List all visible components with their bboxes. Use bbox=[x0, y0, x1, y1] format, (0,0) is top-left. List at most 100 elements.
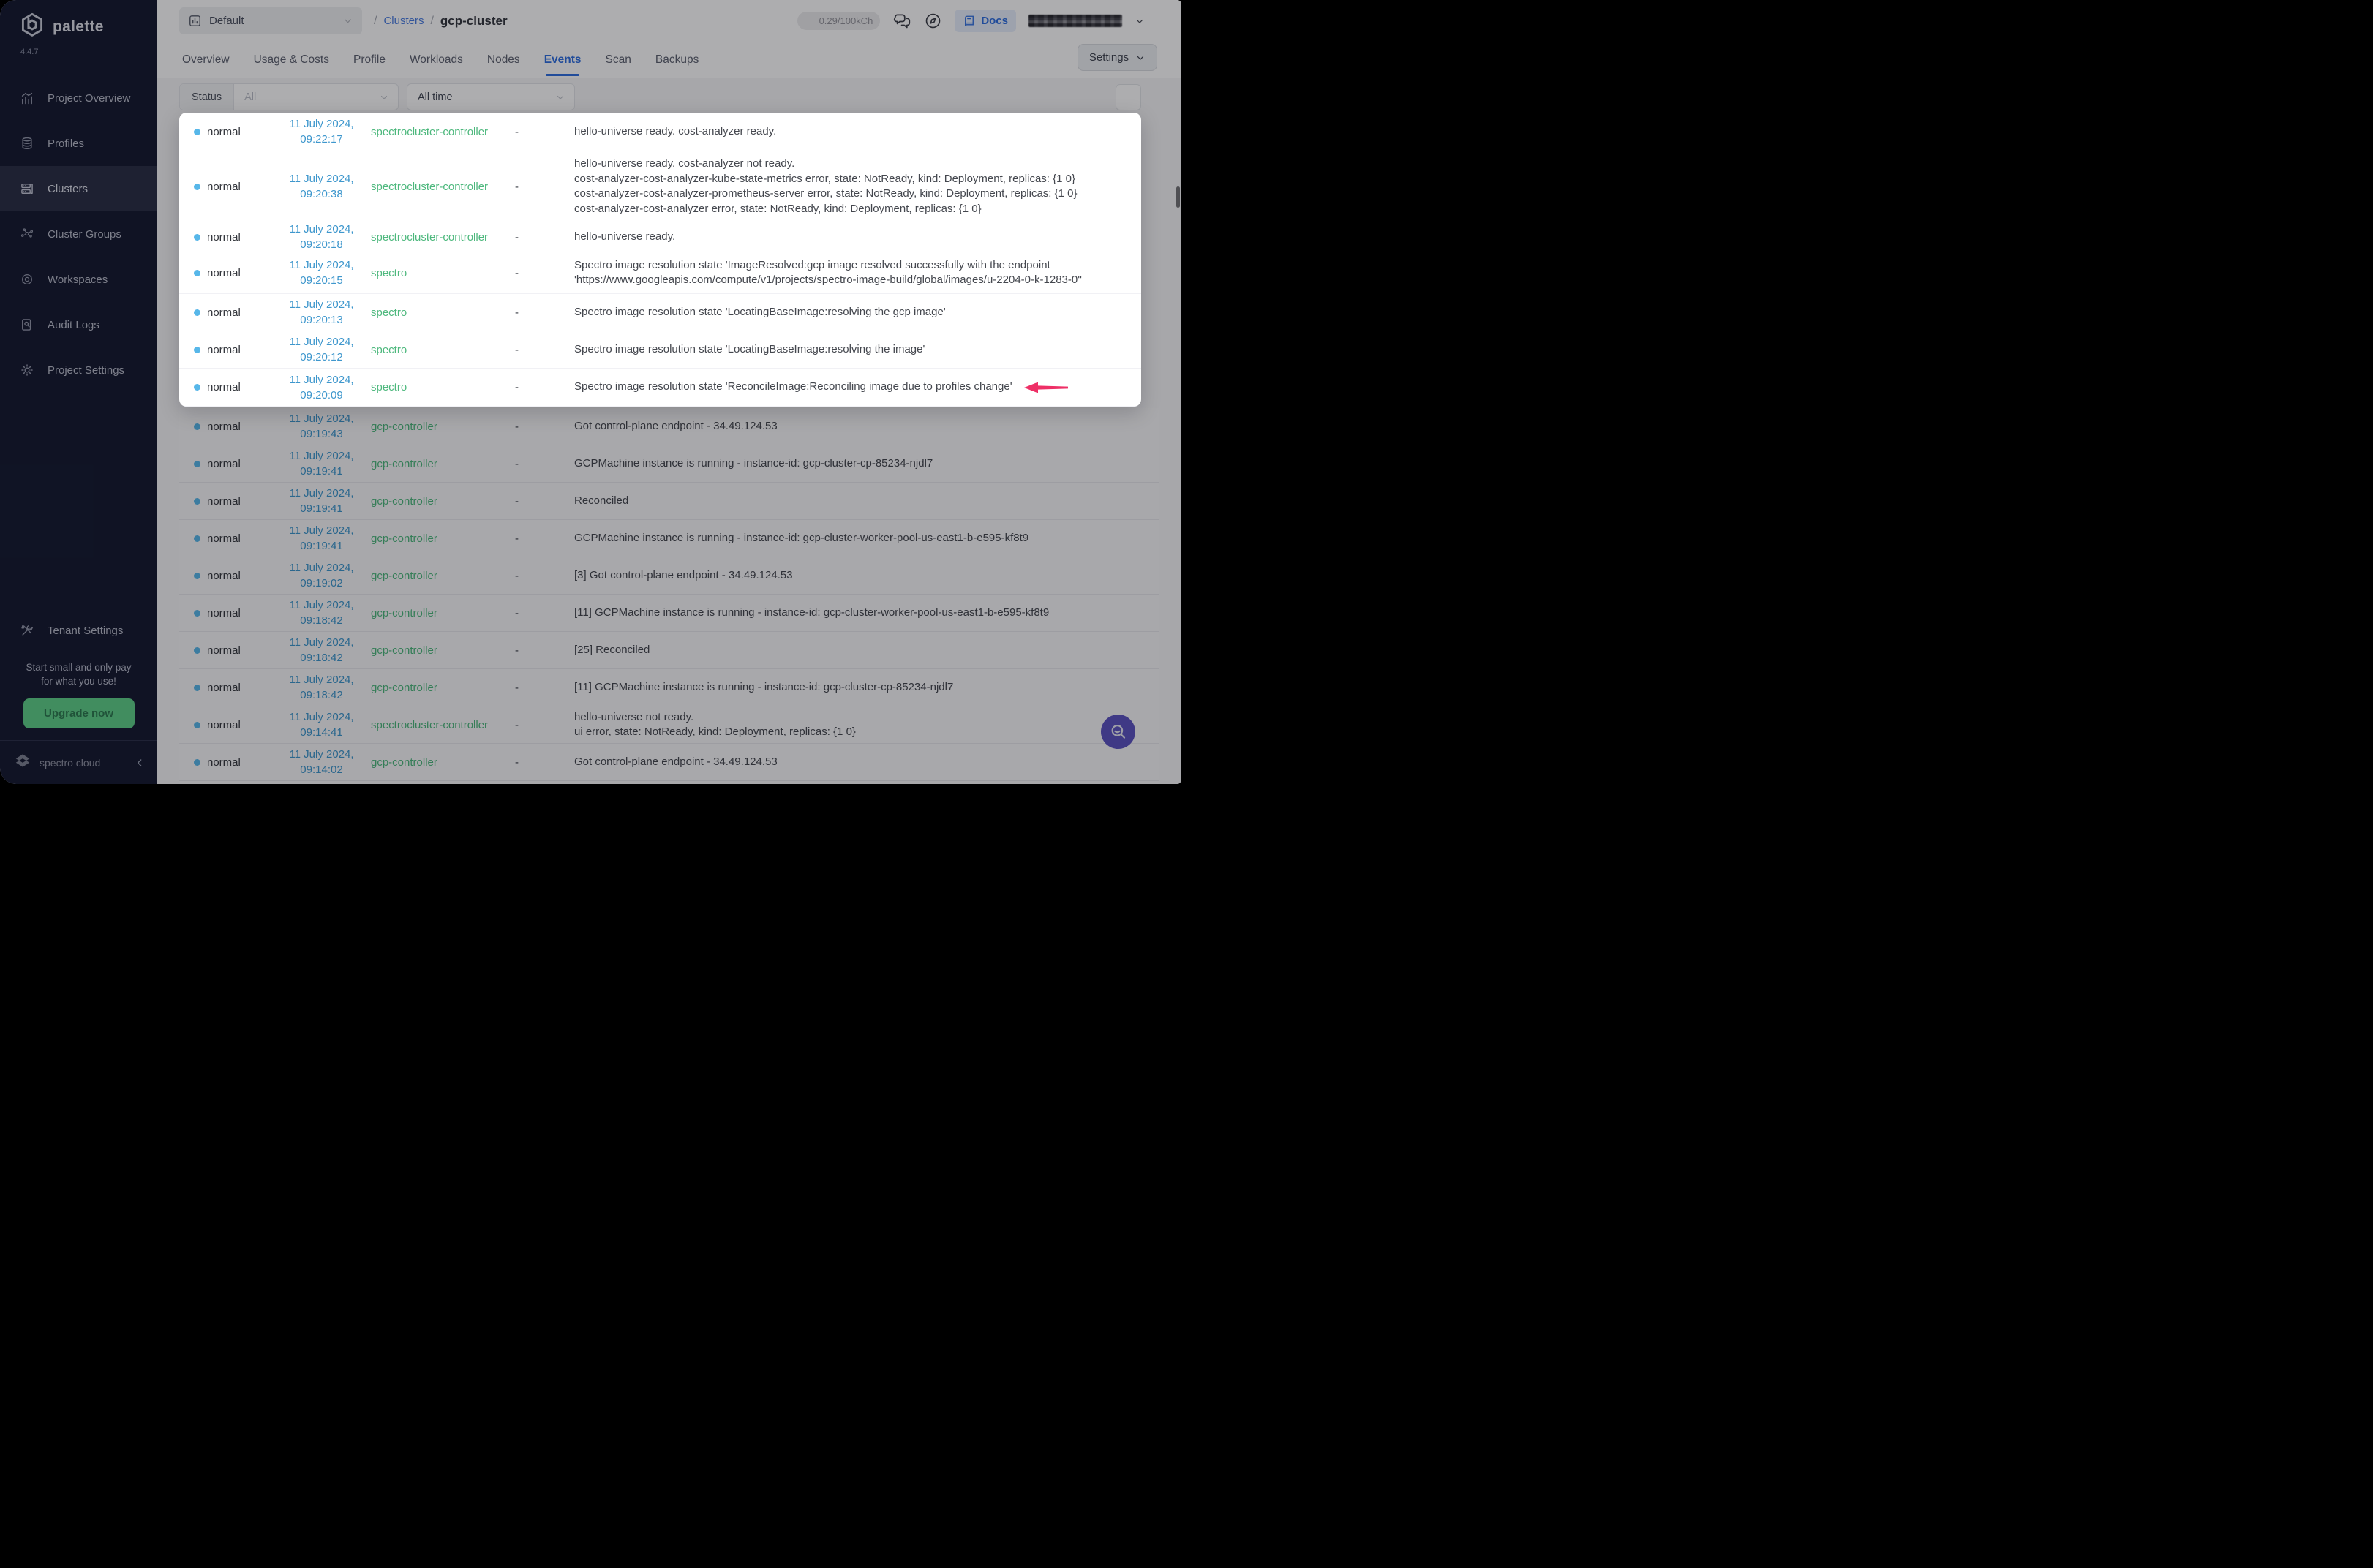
chat-icon[interactable] bbox=[892, 12, 911, 31]
event-row[interactable]: normal 11 July 2024, 09:20:15 spectro - Spect… bbox=[179, 252, 1141, 294]
gear-icon bbox=[20, 363, 34, 377]
event-row[interactable]: normal 11 July 2024, 09:18:42 gcp-controlle… bbox=[179, 632, 1159, 669]
status-dot bbox=[194, 497, 200, 505]
time-range-filter[interactable]: All time bbox=[407, 83, 575, 110]
status-filter[interactable]: Status All bbox=[179, 83, 399, 110]
layers-icon bbox=[20, 136, 34, 151]
event-row[interactable]: normal 11 July 2024, 09:20:12 spectro - Spect… bbox=[179, 331, 1141, 369]
event-source: spectro bbox=[371, 266, 407, 279]
involved-object: - bbox=[515, 420, 519, 433]
event-row[interactable] bbox=[179, 781, 1159, 784]
involved-object: - bbox=[515, 569, 519, 582]
tab-events[interactable]: Events bbox=[544, 53, 582, 67]
docs-label: Docs bbox=[981, 15, 1008, 27]
sidebar-menu: Project Overview Profiles Clusters Cluster … bbox=[0, 75, 157, 393]
status-filter-value: All bbox=[244, 91, 257, 103]
project-selector[interactable]: Default bbox=[179, 7, 362, 34]
scrollbar-thumb[interactable] bbox=[1176, 186, 1180, 208]
chevron-down-icon bbox=[379, 92, 389, 102]
message-line: hello-universe ready. cost-analyzer not … bbox=[574, 157, 795, 170]
event-row[interactable]: normal 11 July 2024, 09:22:17 spectrocluste… bbox=[179, 113, 1141, 151]
event-row[interactable]: normal 11 July 2024, 09:19:41 gcp-controlle… bbox=[179, 520, 1159, 557]
sidebar-item-cluster-groups[interactable]: Cluster Groups bbox=[0, 211, 157, 257]
message-line: GCPMachine instance is running - instanc… bbox=[574, 531, 1029, 544]
tab-nodes[interactable]: Nodes bbox=[487, 53, 520, 67]
status-label: normal bbox=[207, 381, 241, 393]
filter-action-button[interactable] bbox=[1116, 84, 1141, 110]
status-label: normal bbox=[207, 494, 241, 508]
message-line: cost-analyzer-cost-analyzer error, state… bbox=[574, 202, 982, 215]
event-timestamp: 11 July 2024, 09:20:15 bbox=[289, 259, 354, 287]
event-row[interactable]: normal 11 July 2024, 09:20:13 spectro - Spect… bbox=[179, 294, 1141, 331]
event-timestamp: 11 July 2024, 09:18:42 bbox=[289, 674, 354, 701]
event-row[interactable]: normal 11 July 2024, 09:19:43 gcp-controlle… bbox=[179, 408, 1159, 445]
status-label: normal bbox=[207, 180, 241, 193]
sidebar-item-tenant-settings[interactable]: Tenant Settings bbox=[0, 609, 157, 652]
event-row[interactable]: normal 11 July 2024, 09:19:41 gcp-controlle… bbox=[179, 445, 1159, 483]
event-timestamp: 11 July 2024, 09:14:02 bbox=[289, 748, 354, 776]
status-dot bbox=[194, 233, 200, 241]
usage-badge: 0.29/100kCh bbox=[797, 12, 881, 30]
help-widget-button[interactable] bbox=[1101, 715, 1135, 749]
event-row[interactable]: normal 11 July 2024, 09:14:41 spectrocluste… bbox=[179, 706, 1159, 744]
event-row[interactable]: normal 11 July 2024, 09:14:02 gcp-controlle… bbox=[179, 744, 1159, 781]
app-version: 4.4.7 bbox=[20, 48, 39, 56]
message-line: hello-universe not ready. bbox=[574, 710, 694, 723]
event-row[interactable]: normal 11 July 2024, 09:19:41 gcp-controlle… bbox=[179, 483, 1159, 520]
sidebar-item-label: Workspaces bbox=[48, 273, 108, 286]
tab-backups[interactable]: Backups bbox=[655, 53, 699, 67]
audit-icon bbox=[20, 317, 34, 332]
sidebar-item-clusters[interactable]: Clusters bbox=[0, 166, 157, 211]
sidebar-item-profiles[interactable]: Profiles bbox=[0, 121, 157, 166]
event-timestamp: 11 July 2024, 09:22:17 bbox=[289, 118, 354, 146]
event-source: gcp-controller bbox=[371, 457, 437, 470]
event-row[interactable]: normal 11 July 2024, 09:20:09 spectro - Spect… bbox=[179, 369, 1141, 407]
message-line: [11] GCPMachine instance is running - in… bbox=[574, 680, 954, 693]
chart-icon bbox=[20, 91, 34, 105]
event-message: Spectro image resolution state 'Locating… bbox=[563, 305, 1141, 320]
event-row[interactable]: normal 11 July 2024, 09:20:38 spectrocluste… bbox=[179, 151, 1141, 222]
sidebar-footer: spectro cloud bbox=[0, 740, 157, 784]
chevron-left-icon[interactable] bbox=[134, 757, 146, 769]
docs-button[interactable]: Docs bbox=[955, 10, 1016, 32]
spectro-cloud-logo-icon bbox=[13, 751, 32, 774]
status-label: normal bbox=[207, 681, 241, 694]
sidebar-item-audit-logs[interactable]: Audit Logs bbox=[0, 302, 157, 347]
tab-profile[interactable]: Profile bbox=[353, 53, 386, 67]
tab-workloads[interactable]: Workloads bbox=[410, 53, 463, 67]
event-timestamp: 11 July 2024, 09:19:43 bbox=[289, 412, 354, 440]
project-selector-value: Default bbox=[209, 15, 244, 27]
status-dot bbox=[194, 572, 200, 579]
tab-scan[interactable]: Scan bbox=[606, 53, 631, 67]
footer-brand: spectro cloud bbox=[40, 756, 101, 769]
event-timestamp: 11 July 2024, 09:19:41 bbox=[289, 450, 354, 478]
sidebar-item-workspaces[interactable]: Workspaces bbox=[0, 257, 157, 302]
message-line: Reconciled bbox=[574, 494, 629, 507]
event-message: [11] GCPMachine instance is running - in… bbox=[563, 680, 1159, 696]
message-line: Got control-plane endpoint - 34.49.124.5… bbox=[574, 419, 778, 432]
status-dot bbox=[194, 269, 200, 276]
top-header: Default / Clusters / gcp-cluster 0.29/10… bbox=[157, 0, 1181, 42]
event-row[interactable]: normal 11 July 2024, 09:18:42 gcp-controlle… bbox=[179, 595, 1159, 632]
chevron-down-icon[interactable] bbox=[1135, 16, 1145, 26]
status-label: normal bbox=[207, 125, 241, 138]
event-row[interactable]: normal 11 July 2024, 09:18:42 gcp-controlle… bbox=[179, 669, 1159, 706]
compass-icon[interactable] bbox=[924, 12, 942, 30]
upgrade-now-button[interactable]: Upgrade now bbox=[23, 698, 135, 728]
event-source: gcp-controller bbox=[371, 494, 437, 508]
event-timestamp: 11 July 2024, 09:20:18 bbox=[289, 223, 354, 251]
event-source: gcp-controller bbox=[371, 681, 437, 694]
tab-usage-costs[interactable]: Usage & Costs bbox=[254, 53, 329, 67]
tab-overview[interactable]: Overview bbox=[182, 53, 230, 67]
status-dot bbox=[194, 721, 200, 728]
palette-logo-icon bbox=[19, 12, 45, 42]
sidebar-item-project-settings[interactable]: Project Settings bbox=[0, 347, 157, 393]
event-row[interactable]: normal 11 July 2024, 09:19:02 gcp-controlle… bbox=[179, 557, 1159, 595]
settings-button[interactable]: Settings bbox=[1078, 44, 1157, 71]
breadcrumb-clusters-link[interactable]: Clusters bbox=[383, 15, 424, 27]
event-row[interactable]: normal 11 July 2024, 09:20:18 spectrocluste… bbox=[179, 222, 1141, 252]
status-label: normal bbox=[207, 420, 241, 433]
sidebar-item-project-overview[interactable]: Project Overview bbox=[0, 75, 157, 121]
app-window: palette 4.4.7 Project Overview Profiles Cl… bbox=[0, 0, 1181, 784]
promo-line2: for what you use! bbox=[41, 676, 116, 687]
